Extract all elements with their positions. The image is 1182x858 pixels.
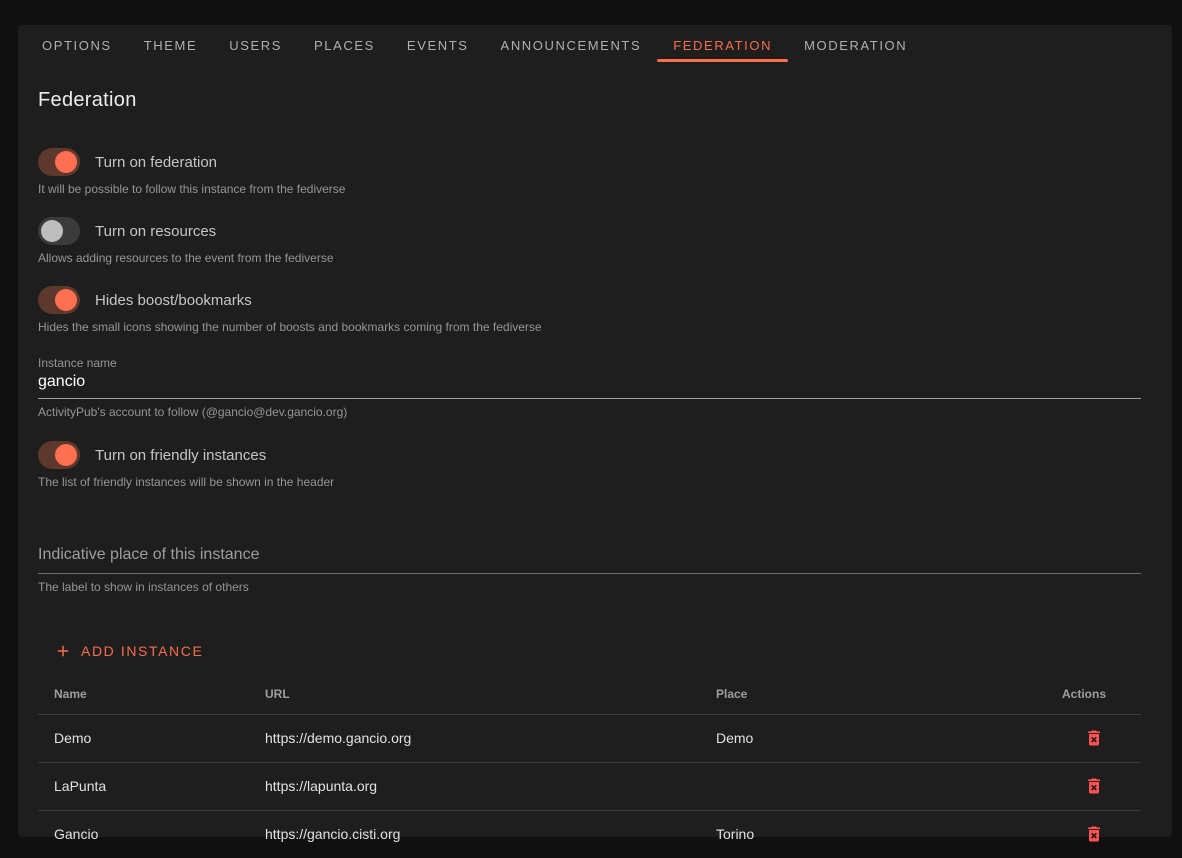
- tab-options[interactable]: OPTIONS: [26, 29, 128, 61]
- setting-federation: Turn on federation It will be possible t…: [38, 148, 1141, 196]
- federation-toggle-hint: It will be possible to follow this insta…: [38, 182, 1141, 196]
- delete-instance-button[interactable]: [1082, 822, 1106, 846]
- instance-place-cell: Torino: [700, 810, 1046, 858]
- friendly-instances-toggle-label: Turn on friendly instances: [95, 447, 266, 464]
- friendly-instances-toggle-hint: The list of friendly instances will be s…: [38, 475, 1141, 489]
- admin-panel: OPTIONS THEME USERS PLACES EVENTS ANNOUN…: [18, 25, 1172, 837]
- hide-boosts-toggle-hint: Hides the small icons showing the number…: [38, 320, 1141, 334]
- toggle-thumb: [55, 289, 77, 311]
- instance-url-cell: https://demo.gancio.org: [249, 714, 700, 762]
- table-header-row: Name URL Place Actions: [38, 674, 1141, 714]
- federation-toggle-label: Turn on federation: [95, 154, 217, 171]
- setting-resources: Turn on resources Allows adding resource…: [38, 217, 1141, 265]
- tab-theme[interactable]: THEME: [128, 29, 214, 61]
- instance-name-cell: LaPunta: [38, 762, 249, 810]
- trash-icon: [1084, 784, 1104, 799]
- tab-federation[interactable]: FEDERATION: [657, 29, 788, 61]
- instances-table: Name URL Place Actions Demo https://demo…: [38, 674, 1141, 858]
- column-header-actions: Actions: [1046, 674, 1141, 714]
- resources-toggle-hint: Allows adding resources to the event fro…: [38, 251, 1141, 265]
- table-row: Gancio https://gancio.cisti.org Torino: [38, 810, 1141, 858]
- setting-hide-boosts: Hides boost/bookmarks Hides the small ic…: [38, 286, 1141, 334]
- trash-icon: [1084, 736, 1104, 751]
- instance-place-input[interactable]: [38, 540, 1141, 574]
- instance-name-input[interactable]: [38, 371, 1141, 399]
- instance-url-cell: https://lapunta.org: [249, 762, 700, 810]
- tab-moderation[interactable]: MODERATION: [788, 29, 923, 61]
- instance-name-cell: Gancio: [38, 810, 249, 858]
- resources-toggle-label: Turn on resources: [95, 223, 216, 240]
- instance-name-hint: ActivityPub's account to follow (@gancio…: [38, 405, 1141, 419]
- delete-instance-button[interactable]: [1082, 774, 1106, 798]
- add-instance-button[interactable]: ADD INSTANCE: [54, 642, 203, 660]
- instance-place-field: The label to show in instances of others: [38, 540, 1141, 594]
- resources-toggle[interactable]: [38, 217, 80, 245]
- delete-instance-button[interactable]: [1082, 726, 1106, 750]
- trash-icon: [1084, 832, 1104, 847]
- instance-place-hint: The label to show in instances of others: [38, 580, 1141, 594]
- friendly-instances-toggle[interactable]: [38, 441, 80, 469]
- add-instance-label: ADD INSTANCE: [81, 643, 203, 659]
- table-row: LaPunta https://lapunta.org: [38, 762, 1141, 810]
- toggle-thumb: [41, 220, 63, 242]
- column-header-place: Place: [700, 674, 1046, 714]
- tab-users[interactable]: USERS: [213, 29, 298, 61]
- instance-url-cell: https://gancio.cisti.org: [249, 810, 700, 858]
- plus-icon: [54, 642, 72, 660]
- tab-events[interactable]: EVENTS: [391, 29, 485, 61]
- hide-boosts-toggle-label: Hides boost/bookmarks: [95, 292, 252, 309]
- tab-announcements[interactable]: ANNOUNCEMENTS: [485, 29, 658, 61]
- page-title: Federation: [38, 89, 1141, 112]
- instance-name-label: Instance name: [38, 355, 1141, 371]
- column-header-url: URL: [249, 674, 700, 714]
- admin-tab-bar: OPTIONS THEME USERS PLACES EVENTS ANNOUN…: [18, 25, 1172, 61]
- column-header-name: Name: [38, 674, 249, 714]
- table-row: Demo https://demo.gancio.org Demo: [38, 714, 1141, 762]
- instance-place-cell: Demo: [700, 714, 1046, 762]
- hide-boosts-toggle[interactable]: [38, 286, 80, 314]
- toggle-thumb: [55, 444, 77, 466]
- instance-place-cell: [700, 762, 1046, 810]
- tab-places[interactable]: PLACES: [298, 29, 391, 61]
- federation-toggle[interactable]: [38, 148, 80, 176]
- toggle-thumb: [55, 151, 77, 173]
- instance-name-cell: Demo: [38, 714, 249, 762]
- setting-friendly-instances: Turn on friendly instances The list of f…: [38, 441, 1141, 489]
- instance-name-field: Instance name ActivityPub's account to f…: [38, 355, 1141, 419]
